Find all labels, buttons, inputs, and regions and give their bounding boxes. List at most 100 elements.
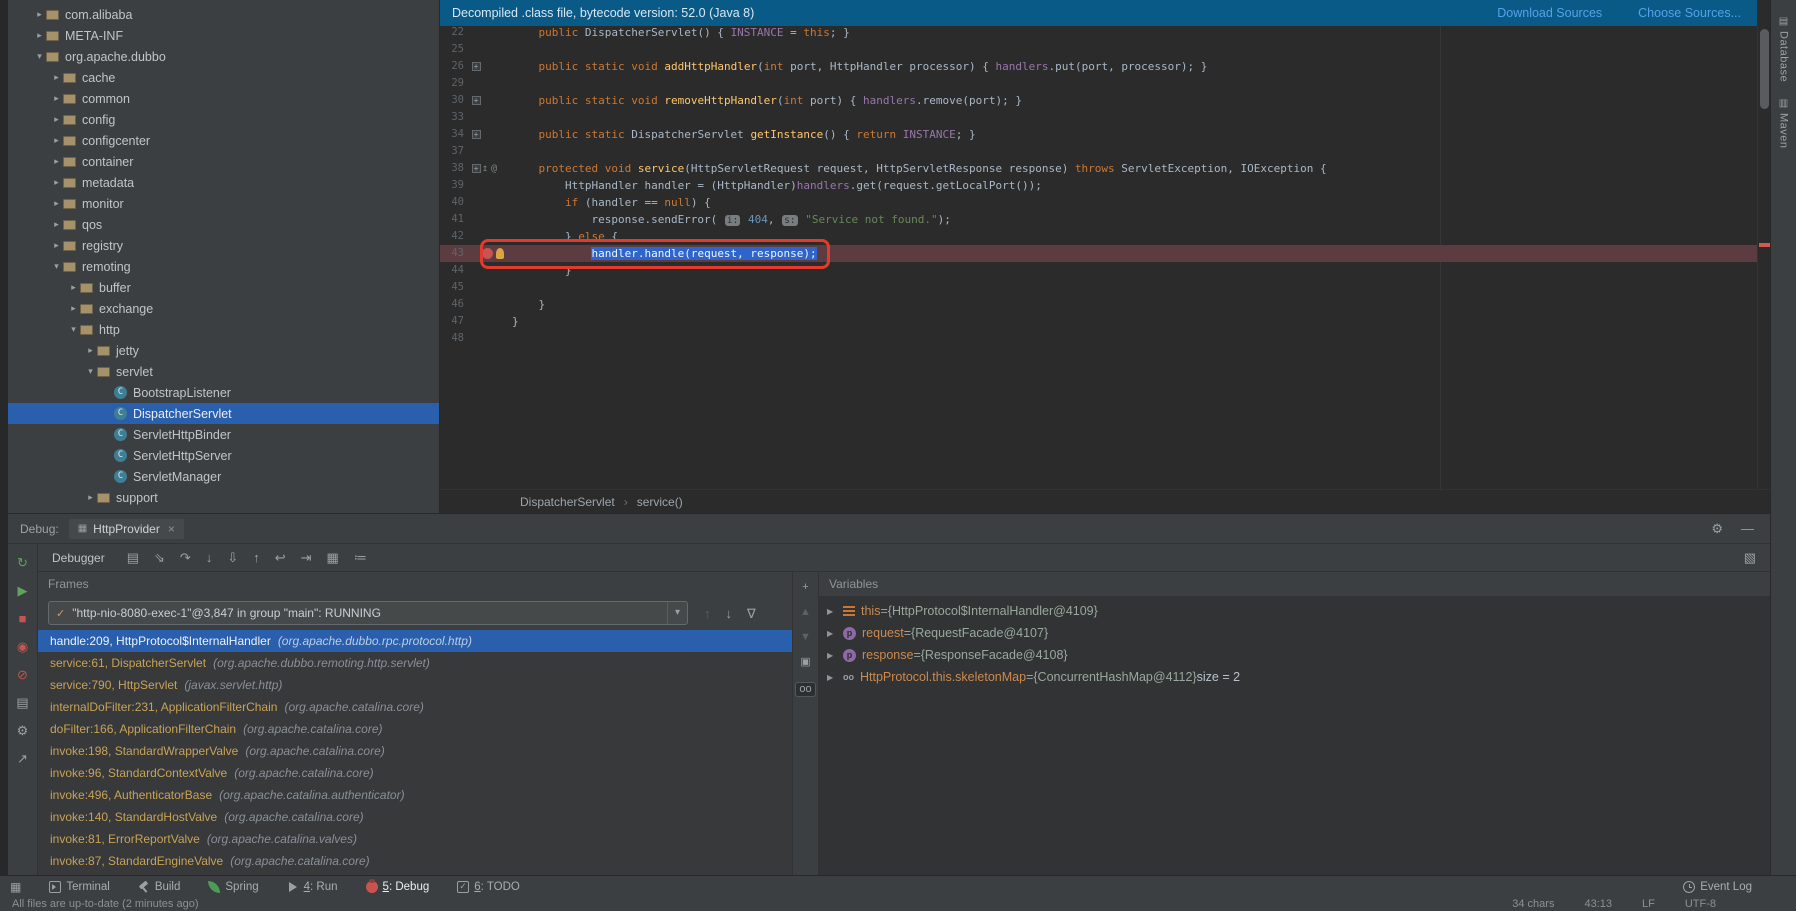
code-line-42[interactable]: 42 } else { — [440, 228, 1757, 245]
next-frame-icon[interactable]: ↓ — [726, 607, 733, 620]
add-watch-icon[interactable]: + — [802, 582, 808, 593]
stack-frame[interactable]: service:61, DispatcherServlet(org.apache… — [38, 652, 792, 674]
database-tool-button[interactable]: ▤Database — [1771, 16, 1796, 82]
debug-panel-settings-button[interactable]: ⚙ — [17, 724, 29, 737]
expand-arrow-icon[interactable]: ▸ — [67, 282, 80, 293]
status-item[interactable]: 43:13 — [1584, 898, 1612, 911]
rerun-button[interactable]: ↻ — [17, 556, 28, 569]
expand-arrow-icon[interactable]: ▸ — [67, 303, 80, 314]
move-watch-down-icon[interactable]: ▼ — [800, 632, 811, 643]
status-item[interactable]: UTF-8 — [1685, 898, 1716, 911]
drop-frame-icon[interactable]: ↩ — [275, 551, 286, 564]
copy-value-icon[interactable]: ▣ — [800, 657, 810, 668]
breadcrumb-item[interactable]: DispatcherServlet — [520, 495, 615, 509]
expand-arrow-icon[interactable]: ▶ — [827, 651, 843, 660]
code-line-33[interactable]: 33 — [440, 109, 1757, 126]
move-watch-up-icon[interactable]: ▲ — [800, 607, 811, 618]
statusbar-tab-terminal[interactable]: Terminal — [49, 881, 109, 893]
code-line-41[interactable]: 41 response.sendError( i: 404, s: "Servi… — [440, 211, 1757, 228]
collapse-arrow-icon[interactable]: ▾ — [33, 51, 46, 62]
choose-sources-link[interactable]: Choose Sources... — [1638, 6, 1741, 20]
code-area[interactable]: 22 public DispatcherServlet() { INSTANCE… — [440, 0, 1757, 489]
mute-renderers-icon[interactable]: ≔ — [354, 551, 367, 564]
code-line-30[interactable]: 30+ public static void removeHttpHandler… — [440, 92, 1757, 109]
statusbar-tab-spring[interactable]: Spring — [208, 881, 258, 893]
debug-settings-icon[interactable]: ⚙ — [1711, 522, 1723, 535]
code-line-25[interactable]: 25 — [440, 41, 1757, 58]
tree-item-config[interactable]: ▸config — [8, 109, 439, 130]
dropdown-arrow-icon[interactable]: ▾ — [667, 602, 687, 624]
expand-arrow-icon[interactable]: ▸ — [33, 9, 46, 20]
status-item[interactable]: 34 chars — [1512, 898, 1554, 911]
code-line-39[interactable]: 39 HttpHandler handler = (HttpHandler)ha… — [440, 177, 1757, 194]
tree-item-bootstraplistener[interactable]: CBootstrapListener — [8, 382, 439, 403]
code-line-29[interactable]: 29 — [440, 75, 1757, 92]
filter-frames-icon[interactable]: ∇ — [747, 607, 756, 620]
pin-button[interactable]: ↗ — [17, 752, 28, 765]
expand-arrow-icon[interactable]: ▸ — [50, 177, 63, 188]
layout-icon[interactable]: ▤ — [127, 551, 139, 564]
stack-frame[interactable]: invoke:81, ErrorReportValve(org.apache.c… — [38, 828, 792, 850]
tree-item-metadata[interactable]: ▸metadata — [8, 172, 439, 193]
error-stripe-mark[interactable] — [1759, 243, 1770, 247]
code-line-26[interactable]: 26+ public static void addHttpHandler(in… — [440, 58, 1757, 75]
tree-item-configcenter[interactable]: ▸configcenter — [8, 130, 439, 151]
tree-item-http[interactable]: ▾http — [8, 319, 439, 340]
status-item[interactable]: LF — [1642, 898, 1655, 911]
show-watches-icon[interactable]: oo — [795, 682, 815, 697]
tree-item-org-apache-dubbo[interactable]: ▾org.apache.dubbo — [8, 46, 439, 67]
tree-item-registry[interactable]: ▸registry — [8, 235, 439, 256]
stack-frame[interactable]: invoke:87, StandardEngineValve(org.apach… — [38, 850, 792, 872]
variable-row[interactable]: ▶presponse = {ResponseFacade@4108} — [819, 644, 1770, 666]
tab-httpprovider[interactable]: ▦ HttpProvider × — [69, 519, 184, 539]
show-execution-point-icon[interactable]: ⇘ — [154, 551, 165, 564]
fold-marker-icon[interactable]: + — [470, 160, 482, 177]
code-line-46[interactable]: 46 } — [440, 296, 1757, 313]
code-line-44[interactable]: 44 } — [440, 262, 1757, 279]
tree-item-support[interactable]: ▸support — [8, 487, 439, 508]
code-line-47[interactable]: 47} — [440, 313, 1757, 330]
prev-frame-icon[interactable]: ↑ — [704, 607, 711, 620]
statusbar-tab-debug[interactable]: 5: Debug — [366, 881, 430, 893]
tree-item-exchange[interactable]: ▸exchange — [8, 298, 439, 319]
intention-bulb-icon[interactable] — [496, 248, 504, 259]
tree-item-container[interactable]: ▸container — [8, 151, 439, 172]
expand-arrow-icon[interactable]: ▸ — [50, 93, 63, 104]
statusbar-tab-build[interactable]: Build — [138, 881, 181, 893]
collapse-arrow-icon[interactable]: ▾ — [50, 261, 63, 272]
fold-marker-icon[interactable]: + — [470, 126, 482, 143]
force-step-into-icon[interactable]: ⇩ — [227, 551, 238, 564]
tree-item-cache[interactable]: ▸cache — [8, 67, 439, 88]
tree-item-common[interactable]: ▸common — [8, 88, 439, 109]
scrollbar-thumb[interactable] — [1760, 29, 1769, 109]
code-line-48[interactable]: 48 — [440, 330, 1757, 347]
step-into-icon[interactable]: ↓ — [206, 551, 213, 564]
expand-arrow-icon[interactable]: ▸ — [50, 72, 63, 83]
code-line-22[interactable]: 22 public DispatcherServlet() { INSTANCE… — [440, 24, 1757, 41]
expand-arrow-icon[interactable]: ▸ — [50, 114, 63, 125]
stop-button[interactable]: ■ — [19, 612, 27, 625]
step-over-icon[interactable]: ↷ — [180, 551, 191, 564]
code-line-40[interactable]: 40 if (handler == null) { — [440, 194, 1757, 211]
close-tab-icon[interactable]: × — [168, 522, 175, 536]
run-to-cursor-icon[interactable]: ⇥ — [301, 551, 312, 564]
tree-item-servlethttpserver[interactable]: CServletHttpServer — [8, 445, 439, 466]
expand-arrow-icon[interactable]: ▶ — [827, 607, 843, 616]
tree-item-qos[interactable]: ▸qos — [8, 214, 439, 235]
collapse-arrow-icon[interactable]: ▾ — [67, 324, 80, 335]
thread-dump-button[interactable]: ▤ — [16, 696, 28, 709]
event-log-button[interactable]: Event Log — [1683, 881, 1752, 893]
fold-marker-icon[interactable]: + — [470, 92, 482, 109]
expand-arrow-icon[interactable]: ▸ — [84, 345, 97, 356]
expand-arrow-icon[interactable]: ▸ — [50, 156, 63, 167]
view-breakpoints-button[interactable]: ◉ — [17, 640, 28, 653]
evaluate-expression-icon[interactable]: ▦ — [327, 551, 339, 564]
expand-arrow-icon[interactable]: ▸ — [33, 30, 46, 41]
tree-item-meta-inf[interactable]: ▸META-INF — [8, 25, 439, 46]
code-line-38[interactable]: 38+↥@ protected void service(HttpServlet… — [440, 160, 1757, 177]
variable-row[interactable]: ▶ooHttpProtocol.this.skeletonMap = {Conc… — [819, 666, 1770, 688]
expand-arrow-icon[interactable]: ▸ — [50, 198, 63, 209]
restore-layout-icon[interactable]: ▧ — [1744, 550, 1756, 565]
editor-scrollbar[interactable] — [1757, 26, 1770, 489]
step-out-icon[interactable]: ↑ — [253, 551, 260, 564]
